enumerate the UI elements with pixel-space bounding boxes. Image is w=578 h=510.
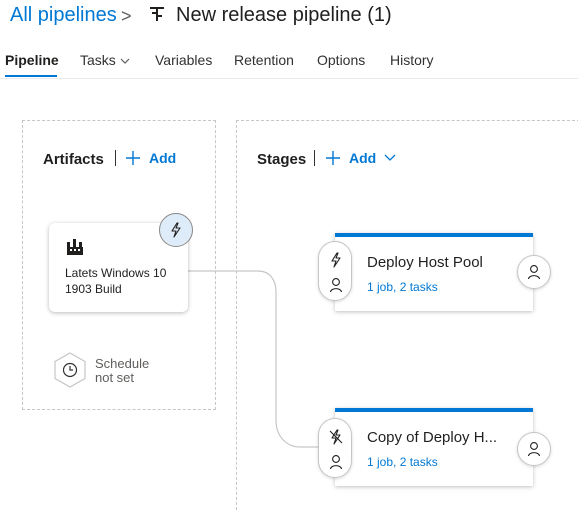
lightning-icon	[331, 252, 341, 268]
stage-summary-link[interactable]: 1 job, 2 tasks	[367, 455, 438, 469]
person-icon	[329, 278, 343, 293]
clock-icon[interactable]	[53, 352, 87, 388]
stage-name: Copy of Deploy H...	[367, 429, 498, 446]
pre-deployment-conditions-button[interactable]	[318, 241, 352, 301]
lightning-off-icon	[329, 429, 343, 445]
build-icon	[67, 239, 83, 255]
pre-deployment-conditions-button[interactable]	[318, 418, 352, 478]
schedule-line2: not set	[95, 370, 135, 385]
post-deployment-approvals-button[interactable]	[517, 432, 551, 466]
continuous-deployment-trigger-button[interactable]	[159, 213, 193, 247]
person-icon	[527, 265, 541, 280]
schedule-status[interactable]: Schedule not set	[95, 357, 149, 385]
lightning-icon	[171, 222, 181, 238]
schedule-line1: Schedule	[95, 356, 150, 371]
artifact-name: Latets Windows 10 1903 Build	[65, 266, 167, 296]
person-icon	[329, 455, 343, 470]
person-icon	[527, 442, 541, 457]
post-deployment-approvals-button[interactable]	[517, 255, 551, 289]
stage-card-deploy-host-pool[interactable]: Deploy Host Pool 1 job, 2 tasks	[335, 233, 533, 311]
stage-summary-link[interactable]: 1 job, 2 tasks	[367, 280, 438, 294]
stage-name: Deploy Host Pool	[367, 254, 483, 271]
stage-card-copy-of-deploy-host-pool[interactable]: Copy of Deploy H... 1 job, 2 tasks	[335, 408, 533, 486]
